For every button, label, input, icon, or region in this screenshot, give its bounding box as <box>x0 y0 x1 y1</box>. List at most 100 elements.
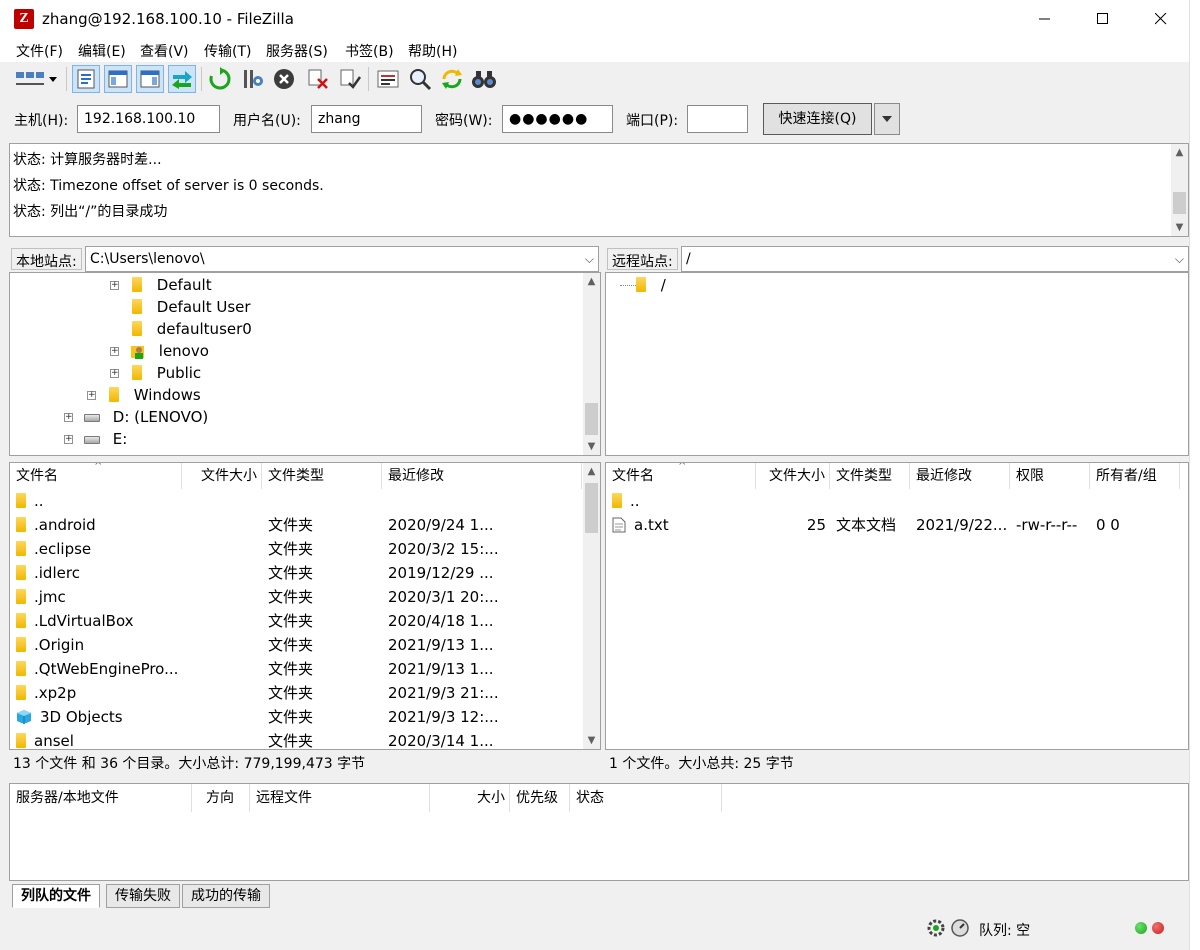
refresh-button[interactable] <box>206 65 234 93</box>
tab-failed-transfers[interactable]: 传输失败 <box>106 884 180 908</box>
port-label: 端口(P): <box>626 113 679 129</box>
gear-icon[interactable] <box>926 918 946 938</box>
table-row[interactable]: .QtWebEnginePro... 文件夹 2021/9/13 1... <box>10 657 582 681</box>
toggle-local-tree-button[interactable] <box>104 65 132 93</box>
process-queue-button[interactable] <box>238 65 266 93</box>
disconnect-button[interactable] <box>304 65 332 93</box>
remote-path-input[interactable]: / ⌵ <box>681 246 1189 272</box>
menu-view[interactable]: 查看(V) <box>140 41 189 61</box>
menu-help[interactable]: 帮助(H) <box>408 41 457 61</box>
column-header-modified[interactable]: 最近修改 <box>910 463 1010 489</box>
table-row[interactable]: .LdVirtualBox 文件夹 2020/4/18 1... <box>10 609 582 633</box>
reconnect-button[interactable] <box>336 65 364 93</box>
column-header-filesize[interactable]: 文件大小 <box>756 463 830 489</box>
toggle-log-button[interactable] <box>72 65 100 93</box>
tree-node-default[interactable]: + Default <box>110 274 212 296</box>
quickconnect-history-dropdown[interactable] <box>874 103 900 135</box>
table-row[interactable]: .idlerc 文件夹 2019/12/29 ... <box>10 561 582 585</box>
folder-icon <box>16 637 26 652</box>
menu-server[interactable]: 服务器(S) <box>266 41 328 61</box>
file-name: .LdVirtualBox <box>34 612 134 630</box>
toggle-remote-tree-button[interactable] <box>136 65 164 93</box>
table-row[interactable]: 3D Objects 文件夹 2021/9/3 12:... <box>10 705 582 729</box>
remote-file-list: 文件名 ^ 文件大小 文件类型 最近修改 权限 所有者/组 .. a.txt 25 文… <box>605 462 1189 750</box>
file-name: .eclipse <box>34 540 92 558</box>
table-row[interactable]: .jmc 文件夹 2020/3/1 20:... <box>10 585 582 609</box>
column-header-permissions[interactable]: 权限 <box>1010 463 1090 489</box>
message-log-icon <box>77 69 95 89</box>
refresh-icon <box>209 67 231 90</box>
column-header-modified[interactable]: 最近修改 <box>382 463 582 489</box>
tree-node-defaultuser0[interactable]: defaultuser0 <box>110 318 252 340</box>
table-row[interactable]: a.txt 25 文本文档 2021/9/22... -rw-r--r-- 0 0 <box>606 513 1188 537</box>
process-queue-icon <box>244 70 263 88</box>
tree-node-drive-e[interactable]: + E: <box>64 428 127 450</box>
column-header-filetype[interactable]: 文件类型 <box>262 463 382 489</box>
local-path-input[interactable]: C:\Users\lenovo\ ⌵ <box>85 246 599 272</box>
sync-browsing-button[interactable] <box>438 65 466 93</box>
local-tree-scrollbar[interactable]: ▲ ▼ <box>583 273 600 455</box>
queue-header-size[interactable]: 大小 <box>430 784 510 812</box>
tree-node-drive-d[interactable]: + D: (LENOVO) <box>64 406 208 428</box>
file-type: 文件夹 <box>268 684 314 702</box>
folder-icon <box>132 277 142 292</box>
menu-file[interactable]: 文件(F) <box>16 41 63 61</box>
queue-header-direction[interactable]: 方向 <box>192 784 250 812</box>
folder-icon <box>16 613 26 628</box>
find-files-button[interactable] <box>470 65 498 93</box>
maximize-button[interactable] <box>1074 0 1132 38</box>
local-directory-tree: + Default Default User defaultuser0 + le… <box>9 272 601 456</box>
queue-header-local-file[interactable]: 服务器/本地文件 <box>10 784 192 812</box>
table-row[interactable]: .Origin 文件夹 2021/9/13 1... <box>10 633 582 657</box>
tree-node-lenovo[interactable]: + lenovo <box>110 340 209 362</box>
table-row[interactable]: .. <box>10 489 582 513</box>
file-type: 文件夹 <box>268 540 314 558</box>
queue-header-status[interactable]: 状态 <box>570 784 722 812</box>
tree-node-root[interactable]: / <box>636 274 666 296</box>
filezilla-app-icon: Z <box>14 9 34 29</box>
column-header-filetype[interactable]: 文件类型 <box>830 463 910 489</box>
directory-filter-button[interactable] <box>374 65 402 93</box>
minimize-button[interactable] <box>1016 0 1074 38</box>
port-input[interactable] <box>687 105 748 133</box>
column-header-owner[interactable]: 所有者/组 <box>1090 463 1180 489</box>
host-input[interactable]: 192.168.100.10 <box>77 105 220 133</box>
compare-directories-button[interactable] <box>406 65 434 93</box>
table-row[interactable]: .android 文件夹 2020/9/24 1... <box>10 513 582 537</box>
toolbar <box>0 62 1189 96</box>
menu-bookmarks[interactable]: 书签(B) <box>345 41 394 61</box>
file-modified: 2021/9/3 12:... <box>388 708 499 726</box>
log-scrollbar[interactable]: ▲ ▼ <box>1171 144 1188 236</box>
username-input[interactable]: zhang <box>311 105 422 133</box>
tree-node-public[interactable]: + Public <box>110 362 201 384</box>
folder-icon <box>16 733 26 748</box>
menu-edit[interactable]: 编辑(E) <box>78 41 126 61</box>
queue-header-remote-file[interactable]: 远程文件 <box>250 784 430 812</box>
tab-queued-files[interactable]: 列队的文件 <box>12 884 100 908</box>
queue-header-priority[interactable]: 优先级 <box>510 784 570 812</box>
local-tree-icon <box>108 70 128 88</box>
speed-limit-icon[interactable] <box>950 918 970 938</box>
tree-node-default-user[interactable]: Default User <box>110 296 251 318</box>
toggle-queue-button[interactable] <box>168 65 196 93</box>
folder-icon <box>16 685 26 700</box>
close-button[interactable] <box>1132 0 1190 38</box>
file-name: 3D Objects <box>40 708 123 726</box>
local-path-text: C:\Users\lenovo\ <box>90 251 205 267</box>
column-header-filesize[interactable]: 文件大小 <box>182 463 262 489</box>
menu-transfer[interactable]: 传输(T) <box>204 41 251 61</box>
local-list-scrollbar[interactable]: ▲ ▼ <box>583 463 600 749</box>
site-manager-icon <box>16 72 57 85</box>
file-type: 文件夹 <box>268 588 314 606</box>
table-row[interactable]: ansel 文件夹 2020/3/14 1... <box>10 729 582 749</box>
file-name: .. <box>34 492 44 510</box>
cancel-operation-button[interactable] <box>270 65 298 93</box>
site-manager-button[interactable] <box>12 65 60 93</box>
table-row[interactable]: .. <box>606 489 1188 513</box>
table-row[interactable]: .eclipse 文件夹 2020/3/2 15:... <box>10 537 582 561</box>
quickconnect-button[interactable]: 快速连接(Q) <box>763 103 872 135</box>
table-row[interactable]: .xp2p 文件夹 2021/9/3 21:... <box>10 681 582 705</box>
password-input[interactable]: ●●●●●● <box>502 105 613 133</box>
tree-node-windows[interactable]: + Windows <box>87 384 201 406</box>
tab-successful-transfers[interactable]: 成功的传输 <box>182 884 270 908</box>
